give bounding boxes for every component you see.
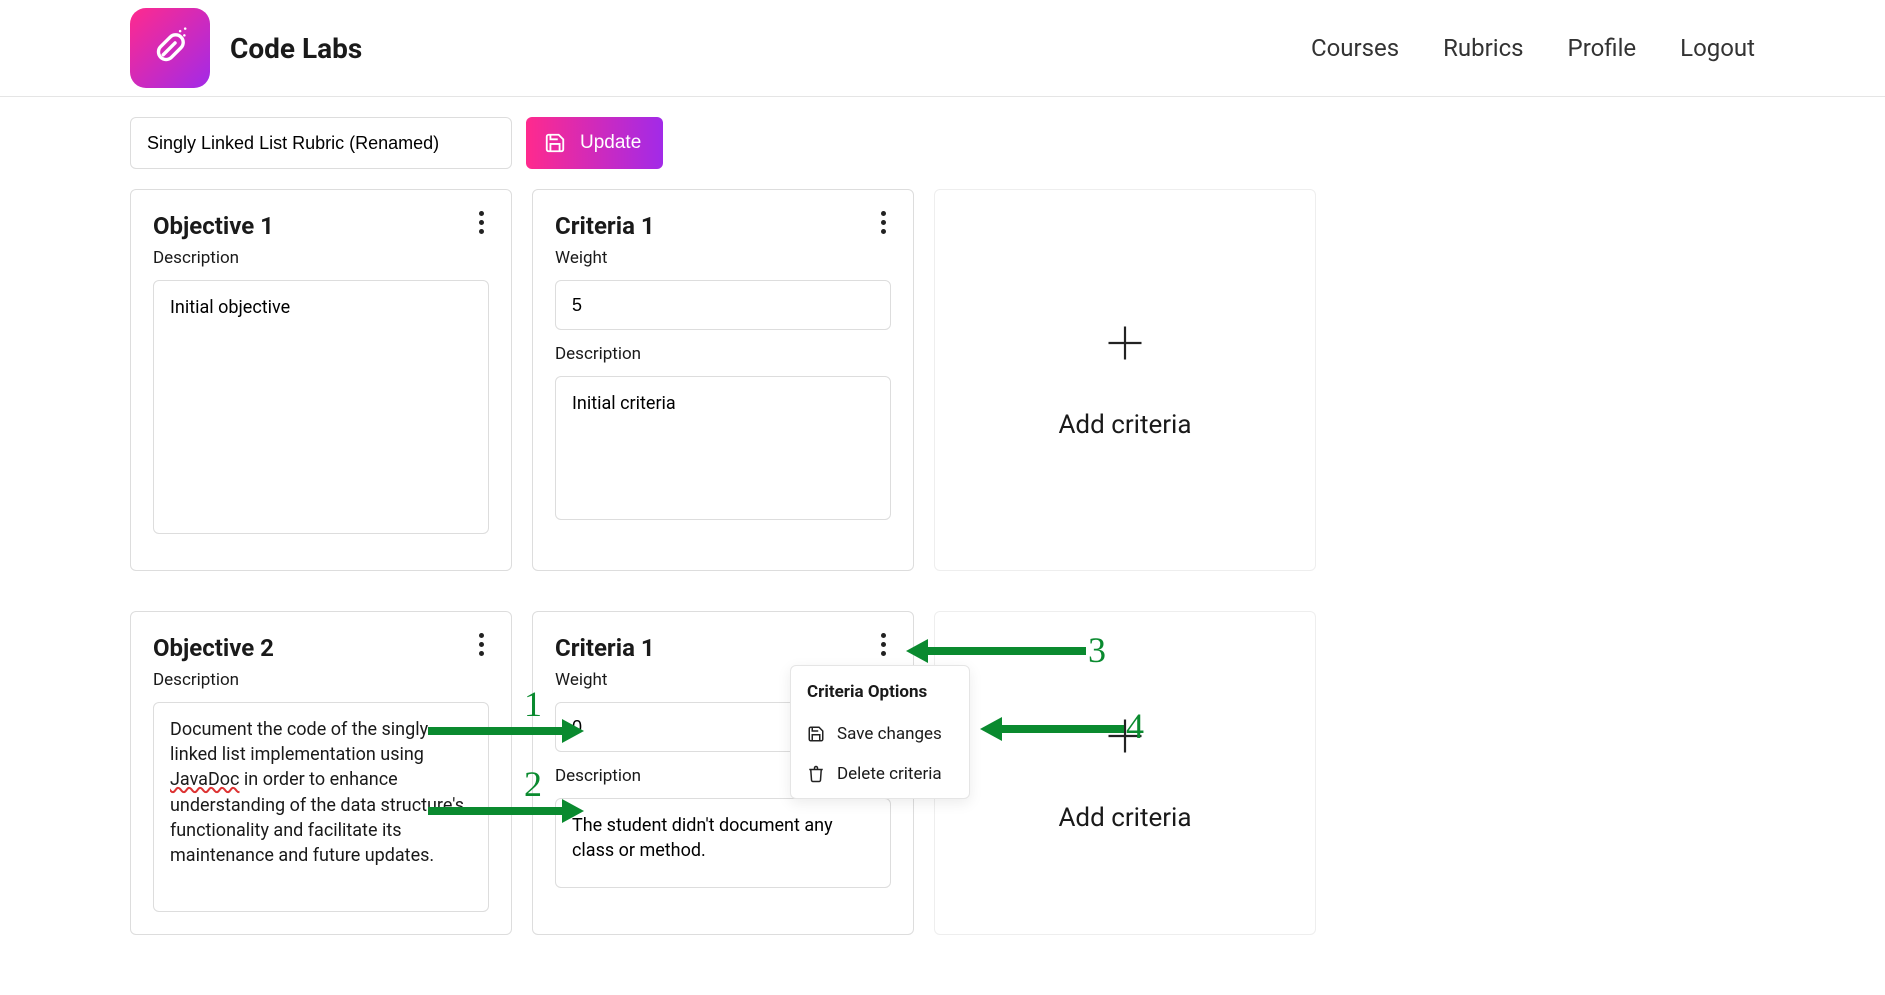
main-nav: Courses Rubrics Profile Logout xyxy=(1311,34,1755,62)
app-name: Code Labs xyxy=(230,32,362,65)
criteria-1-1-weight-input[interactable] xyxy=(555,280,891,330)
objective-card-1: Objective 1 Description xyxy=(130,189,512,571)
brand: Code Labs xyxy=(130,8,362,88)
popover-delete-label: Delete criteria xyxy=(837,764,942,784)
objective-1-title: Objective 1 xyxy=(153,212,489,240)
save-icon xyxy=(544,132,566,154)
criteria-1-1-desc-label: Description xyxy=(555,344,891,364)
objective-2-javadoc: JavaDoc xyxy=(170,769,239,790)
plus-icon xyxy=(1103,321,1147,374)
trash-icon xyxy=(807,765,825,783)
plus-icon xyxy=(1103,714,1147,767)
popover-save-changes[interactable]: Save changes xyxy=(791,714,969,754)
content: Update Objective 1 Description Criteria … xyxy=(0,97,1885,995)
criteria-1-1-more-icon[interactable] xyxy=(871,208,895,236)
criteria-options-popover: Criteria Options Save changes Delete cri… xyxy=(790,665,970,799)
save-icon xyxy=(807,725,825,743)
rubric-toolbar: Update xyxy=(130,117,1755,169)
flask-icon xyxy=(143,21,197,75)
criteria-card-1-1: Criteria 1 Weight Description xyxy=(532,189,914,571)
criteria-1-1-weight-label: Weight xyxy=(555,248,891,268)
app-header: Code Labs Courses Rubrics Profile Logout xyxy=(0,0,1885,97)
popover-save-label: Save changes xyxy=(837,724,942,744)
objective-2-title: Objective 2 xyxy=(153,634,489,662)
update-button-label: Update xyxy=(580,132,641,154)
rubric-name-input[interactable] xyxy=(130,117,512,169)
row-2: Objective 2 Description Document the cod… xyxy=(130,611,1755,935)
objective-2-desc-label: Description xyxy=(153,670,489,690)
row-1: Objective 1 Description Criteria 1 Weigh… xyxy=(130,189,1755,571)
nav-courses[interactable]: Courses xyxy=(1311,34,1399,62)
nav-profile[interactable]: Profile xyxy=(1568,34,1637,62)
criteria-1-1-desc-input[interactable] xyxy=(555,376,891,520)
objective-1-more-icon[interactable] xyxy=(469,208,493,236)
add-criteria-row1[interactable]: Add criteria xyxy=(934,189,1316,571)
criteria-2-1-title: Criteria 1 xyxy=(555,634,891,662)
objective-2-more-icon[interactable] xyxy=(469,630,493,658)
criteria-1-1-title: Criteria 1 xyxy=(555,212,891,240)
objective-2-desc-input[interactable]: Document the code of the singly linked l… xyxy=(153,702,489,912)
objective-card-2: Objective 2 Description Document the cod… xyxy=(130,611,512,935)
add-criteria-row2[interactable]: Add criteria xyxy=(934,611,1316,935)
add-criteria-label: Add criteria xyxy=(1058,803,1191,833)
criteria-2-1-desc-input[interactable] xyxy=(555,798,891,888)
objective-2-desc-prefix: Document the code of the singly linked l… xyxy=(170,719,428,765)
nav-logout[interactable]: Logout xyxy=(1680,34,1755,62)
nav-rubrics[interactable]: Rubrics xyxy=(1443,34,1523,62)
update-button[interactable]: Update xyxy=(526,117,663,169)
objective-1-desc-input[interactable] xyxy=(153,280,489,534)
popover-delete-criteria[interactable]: Delete criteria xyxy=(791,754,969,794)
app-logo xyxy=(130,8,210,88)
criteria-2-1-more-icon[interactable] xyxy=(871,630,895,658)
objective-1-desc-label: Description xyxy=(153,248,489,268)
add-criteria-label: Add criteria xyxy=(1058,410,1191,440)
popover-title: Criteria Options xyxy=(791,676,969,714)
